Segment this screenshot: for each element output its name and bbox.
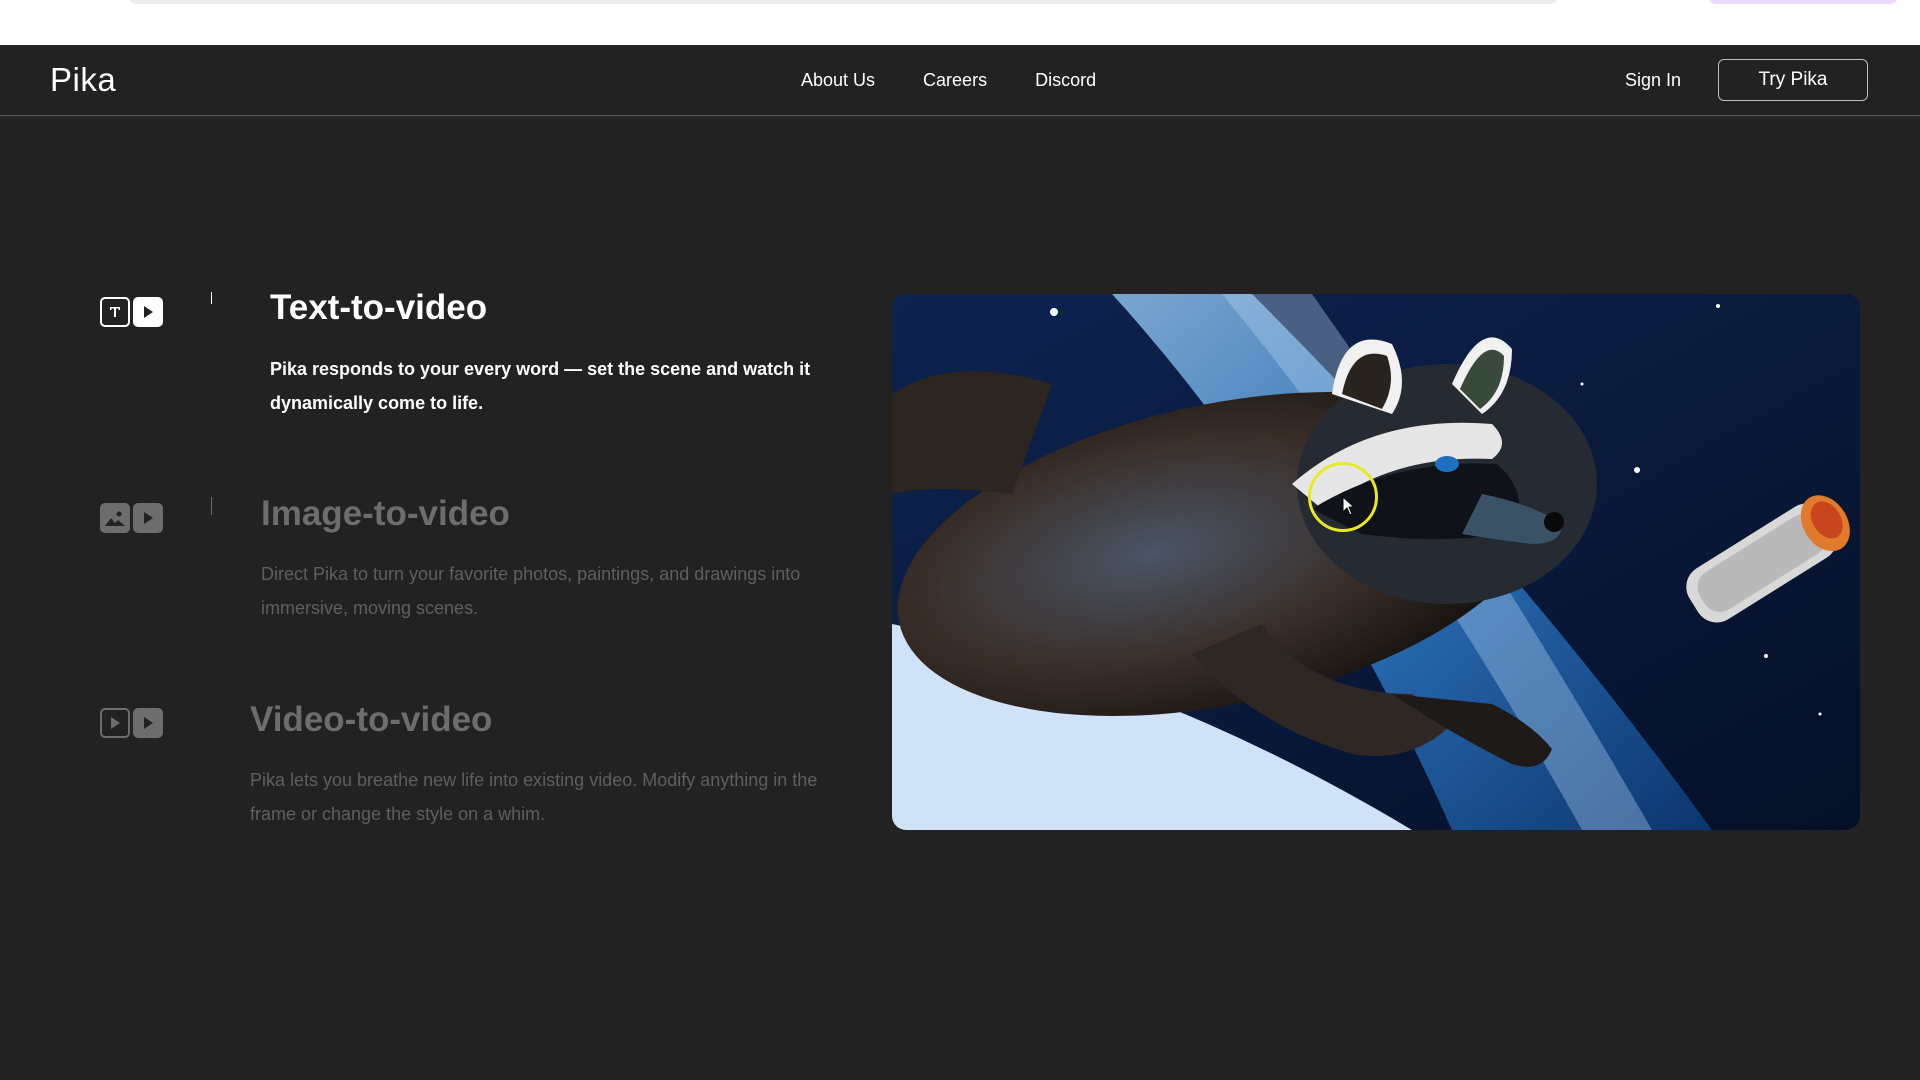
image-to-video-icon <box>100 503 163 533</box>
top-nav: Pika About Us Careers Discord Sign In Tr… <box>0 45 1920 116</box>
nav-link-discord[interactable]: Discord <box>1035 70 1096 91</box>
nav-link-careers[interactable]: Careers <box>923 70 987 91</box>
image-icon <box>100 503 130 533</box>
feature-description: Pika responds to your every word — set t… <box>270 359 811 413</box>
play-icon <box>133 708 163 738</box>
try-pika-button[interactable]: Try Pika <box>1718 59 1868 101</box>
text-t-icon <box>100 297 130 327</box>
play-icon <box>133 297 163 327</box>
pika-logo[interactable]: Pika <box>50 61 116 99</box>
feature-title: Video-to-video <box>250 700 493 739</box>
mouse-pointer-icon <box>1342 496 1356 516</box>
feature-description: Pika lets you breathe new life into exis… <box>250 770 818 824</box>
feature-description: Direct Pika to turn your favorite photos… <box>261 564 801 618</box>
progress-tick <box>211 497 212 515</box>
feature-title: Image-to-video <box>261 494 510 533</box>
address-bar[interactable] <box>128 0 1558 4</box>
browser-extension-pill[interactable] <box>1708 0 1898 4</box>
feature-title: Text-to-video <box>270 288 488 327</box>
video-to-video-icon <box>100 708 163 738</box>
feature-video-preview[interactable] <box>892 294 1860 830</box>
raccoon-space-illustration <box>892 294 1860 830</box>
progress-tick <box>211 292 212 304</box>
text-to-video-icon <box>100 297 163 327</box>
nav-link-about-us[interactable]: About Us <box>801 70 875 91</box>
browser-top-strip <box>0 0 1920 45</box>
nav-links: About Us Careers Discord <box>801 70 1096 91</box>
sign-in-link[interactable]: Sign In <box>1625 70 1681 91</box>
video-source-icon <box>100 708 130 738</box>
play-icon <box>133 503 163 533</box>
